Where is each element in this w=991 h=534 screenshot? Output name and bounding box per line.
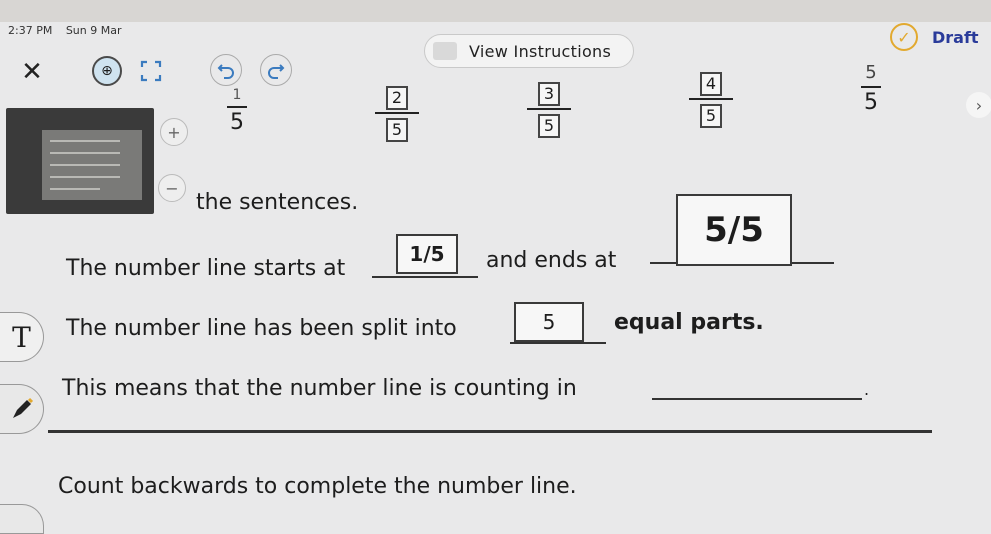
- view-instructions-button[interactable]: View Instructions: [424, 34, 634, 68]
- thumbnail-page-preview: [42, 130, 142, 200]
- top-frame-strip: [0, 0, 991, 22]
- undo-button[interactable]: [210, 54, 242, 86]
- sentence2-part1: The number line has been split into: [66, 316, 457, 341]
- instructions-icon: [433, 42, 457, 60]
- counting-blank-line[interactable]: [652, 398, 862, 400]
- fraction-denominator: 5: [864, 90, 878, 115]
- fraction-numerator: 3: [537, 82, 561, 106]
- status-bar: 2:37 PM Sun 9 Mar: [8, 24, 132, 37]
- start-value-answer[interactable]: 1/5: [396, 234, 458, 274]
- next-page-button[interactable]: ›: [966, 92, 991, 118]
- status-time: 2:37 PM: [8, 24, 53, 37]
- pen-tool-button[interactable]: [0, 384, 44, 434]
- pen-icon: [12, 397, 33, 418]
- text-tool-icon: T: [12, 320, 31, 354]
- view-instructions-label: View Instructions: [469, 41, 612, 61]
- close-icon: ✕: [21, 57, 43, 87]
- fraction-label-1: 1 5: [222, 86, 252, 136]
- zoom-in-button[interactable]: ⊕: [92, 56, 122, 86]
- instruction-fragment: the sentences.: [196, 190, 359, 215]
- chevron-right-icon: ›: [975, 95, 983, 115]
- check-circle-icon: ✓: [890, 23, 918, 51]
- draft-status-button[interactable]: ✓ Draft: [890, 20, 979, 54]
- close-button[interactable]: ✕: [18, 57, 46, 87]
- undo-icon: [217, 64, 234, 79]
- plus-icon: +: [167, 122, 181, 142]
- fraction-numerator: 2: [385, 86, 409, 110]
- sentence3-period: .: [864, 380, 870, 399]
- fraction-denominator: 5: [699, 104, 723, 128]
- minus-icon: −: [165, 178, 179, 198]
- status-date: Sun 9 Mar: [65, 24, 122, 37]
- redo-icon: [268, 64, 285, 79]
- end-value-answer[interactable]: 5/5: [676, 194, 792, 266]
- fraction-numerator: 1: [232, 87, 242, 103]
- redo-button[interactable]: [260, 54, 292, 86]
- sentence3-part1: This means that the number line is count…: [62, 376, 577, 401]
- zoom-in-icon: ⊕: [101, 63, 113, 79]
- fit-screen-icon: [140, 60, 162, 82]
- fraction-numerator: 5: [865, 62, 877, 83]
- text-tool-button[interactable]: T: [0, 312, 44, 362]
- draft-label: Draft: [932, 27, 979, 47]
- fraction-numerator: 4: [699, 72, 723, 96]
- task2-instruction: Count backwards to complete the number l…: [58, 474, 577, 499]
- fit-screen-button[interactable]: [136, 56, 166, 86]
- fraction-denominator: 5: [537, 114, 561, 138]
- fraction-label-2: 2 5: [372, 84, 422, 142]
- parts-blank-line: [510, 342, 606, 344]
- add-page-button[interactable]: +: [160, 118, 188, 146]
- section-divider: [48, 430, 932, 433]
- sentence1-part1: The number line starts at: [66, 256, 346, 281]
- parts-value-answer[interactable]: 5: [514, 302, 584, 342]
- fraction-label-4: 4 5: [686, 70, 736, 128]
- fraction-label-3: 3 5: [524, 80, 574, 138]
- sentence1-part2: and ends at: [486, 248, 617, 273]
- fraction-denominator: 5: [385, 118, 409, 142]
- page-thumbnail[interactable]: [6, 108, 154, 214]
- fraction-label-5: 5 5: [856, 62, 886, 116]
- fraction-denominator: 5: [230, 110, 244, 135]
- start-blank-line: [372, 276, 478, 278]
- sentence2-part2: equal parts.: [614, 310, 764, 335]
- remove-page-button[interactable]: −: [158, 174, 186, 202]
- extra-tool-button[interactable]: [0, 504, 44, 534]
